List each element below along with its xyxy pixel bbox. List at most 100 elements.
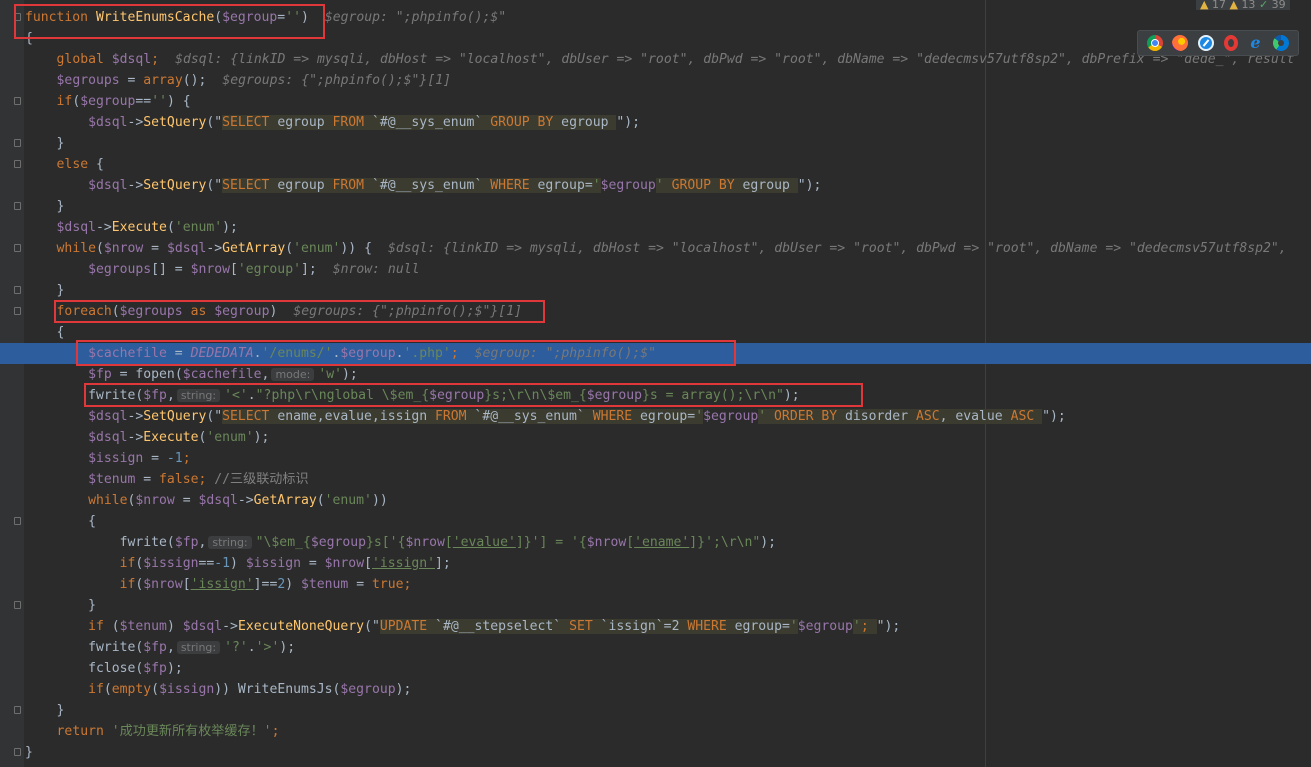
parameter-hint[interactable]: string:: [176, 641, 221, 654]
code-line[interactable]: $dsql->Execute('enum');: [0, 427, 1311, 448]
code-text: foreach($egroups as $egroup) $egroups: {"…: [25, 301, 522, 322]
fold-marker-icon[interactable]: [14, 601, 21, 609]
sql-string-token: ': [592, 178, 601, 193]
code-line[interactable]: }: [0, 742, 1311, 763]
typo-count: 39: [1271, 0, 1286, 10]
fold-marker-icon[interactable]: [14, 97, 21, 105]
fold-marker-icon[interactable]: [14, 13, 21, 21]
fold-marker-icon[interactable]: [14, 244, 21, 252]
code-line[interactable]: foreach($egroups as $egroup) $egroups: {"…: [0, 301, 1311, 322]
code-line[interactable]: $issign = -1;: [0, 448, 1311, 469]
sql-text-token: [663, 178, 672, 193]
identifier-token: [25, 94, 57, 109]
code-line[interactable]: $dsql->Execute('enum');: [0, 217, 1311, 238]
code-text: }: [25, 133, 65, 154]
sql-keyword-token: GROUP BY: [490, 115, 554, 130]
code-line[interactable]: }: [0, 133, 1311, 154]
identifier-token: [25, 346, 88, 361]
code-line[interactable]: if($nrow['issign']==2) $tenum = true;: [0, 574, 1311, 595]
ie-icon[interactable]: e: [1247, 35, 1263, 51]
parameter-hint[interactable]: string:: [208, 536, 252, 549]
code-line[interactable]: while($nrow = $dsql->GetArray('enum')): [0, 490, 1311, 511]
fold-marker-icon[interactable]: [14, 748, 21, 756]
code-line[interactable]: }: [0, 700, 1311, 721]
identifier-token: [25, 241, 57, 256]
code-line[interactable]: $egroups[] = $nrow['egroup']; $nrow: null: [0, 259, 1311, 280]
code-line[interactable]: global $dsql; $dsql: {linkID => mysqli, d…: [0, 49, 1311, 70]
chrome-icon[interactable]: [1146, 35, 1163, 51]
fold-marker-icon[interactable]: [14, 517, 21, 525]
identifier-token: );: [253, 430, 270, 445]
variable-token: $dsql: [88, 178, 128, 193]
code-line[interactable]: if($issign==-1) $issign = $nrow['issign'…: [0, 553, 1311, 574]
inspection-widget[interactable]: ▲ 17 ▲ 13 ✓ 39: [1196, 0, 1290, 10]
code-line[interactable]: }: [0, 280, 1311, 301]
keyword-token: while: [88, 493, 128, 508]
identifier-token: fopen: [135, 367, 175, 382]
sql-string-token: ': [695, 409, 704, 424]
variable-token: $dsql: [182, 619, 223, 634]
code-line[interactable]: if($egroup=='') {: [0, 91, 1311, 112]
code-line[interactable]: {: [0, 28, 1311, 49]
code-line[interactable]: fwrite($fp, string: '<'."?php\r\nglobal \$…: [0, 385, 1311, 406]
code-line[interactable]: while($nrow = $dsql->GetArray('enum')) {…: [0, 238, 1311, 259]
code-line[interactable]: $dsql->SetQuery("SELECT ename,evalue,iss…: [0, 406, 1311, 427]
code-text: while($nrow = $dsql->GetArray('enum')): [25, 490, 388, 511]
parameter-hint[interactable]: string:: [176, 389, 221, 402]
safari-icon[interactable]: [1198, 35, 1215, 51]
code-text: }: [25, 595, 96, 616]
code-line[interactable]: if(empty($issign)) WriteEnumsJs($egroup)…: [0, 679, 1311, 700]
code-line[interactable]: if ($tenum) $dsql->ExecuteNoneQuery("UPD…: [0, 616, 1311, 637]
identifier-token: );: [342, 367, 358, 382]
variable-token: $egroups: [88, 262, 152, 277]
fold-marker-icon[interactable]: [14, 706, 21, 714]
code-line[interactable]: fwrite($fp, string: '?'.'>');: [0, 637, 1311, 658]
fold-marker-icon[interactable]: [14, 139, 21, 147]
fold-marker-icon[interactable]: [14, 202, 21, 210]
typo-icon: ✓: [1258, 0, 1269, 10]
number-token: -1: [166, 451, 183, 466]
identifier-token: [25, 409, 88, 424]
identifier-token: ->: [127, 115, 144, 130]
opera-icon[interactable]: [1223, 35, 1238, 51]
code-line[interactable]: {: [0, 322, 1311, 343]
variable-token: $egroup: [600, 178, 656, 193]
code-line[interactable]: $egroups = array(); $egroups: {";phpinfo(…: [0, 70, 1311, 91]
firefox-icon[interactable]: [1172, 35, 1189, 51]
variable-token: $egroup: [222, 10, 278, 25]
code-line[interactable]: $cachefile = DEDEDATA.'/enums/'.$egroup.…: [0, 343, 1311, 364]
identifier-token: )): [214, 682, 238, 697]
identifier-token: =: [143, 241, 167, 256]
code-line[interactable]: $tenum = false; //三级联动标识: [0, 469, 1311, 490]
code-line[interactable]: function WriteEnumsCache($egroup='') $egr…: [0, 7, 1311, 28]
code-line[interactable]: else {: [0, 154, 1311, 175]
code-line[interactable]: $dsql->SetQuery("SELECT egroup FROM `#@_…: [0, 175, 1311, 196]
edge-icon[interactable]: [1273, 35, 1290, 51]
keyword-token: if: [88, 619, 104, 634]
code-line[interactable]: $fp = fopen($cachefile, mode:'w');: [0, 364, 1311, 385]
keyword-token: ;: [151, 52, 160, 67]
string-token: }s = array();\r\n": [641, 388, 784, 403]
code-line[interactable]: }: [0, 595, 1311, 616]
code-line[interactable]: fclose($fp);: [0, 658, 1311, 679]
code-line[interactable]: {: [0, 511, 1311, 532]
string-token: '成功更新所有枚举缓存！': [111, 724, 272, 739]
parameter-hint[interactable]: mode:: [271, 368, 315, 381]
keyword-token: empty: [111, 682, 152, 697]
variable-token: $nrow: [324, 556, 365, 571]
code-line[interactable]: fwrite($fp, string: "\$em_{$egroup}s['{$nr…: [0, 532, 1311, 553]
fold-marker-icon[interactable]: [14, 160, 21, 168]
code-text: if(empty($issign)) WriteEnumsJs($egroup)…: [25, 679, 411, 700]
string-token: 'enum': [174, 220, 223, 235]
fold-marker-icon[interactable]: [14, 286, 21, 294]
identifier-token: (: [166, 220, 175, 235]
identifier-token: {: [88, 157, 104, 172]
variable-token: $nrow: [143, 577, 183, 592]
fold-marker-icon[interactable]: [14, 307, 21, 315]
sql-keyword-token: ASC: [915, 409, 940, 424]
code-line[interactable]: }: [0, 196, 1311, 217]
identifier-token: ->: [127, 430, 144, 445]
sql-text-token: `issign`=2: [592, 619, 688, 634]
code-line[interactable]: return '成功更新所有枚举缓存！';: [0, 721, 1311, 742]
code-line[interactable]: $dsql->SetQuery("SELECT egroup FROM `#@_…: [0, 112, 1311, 133]
